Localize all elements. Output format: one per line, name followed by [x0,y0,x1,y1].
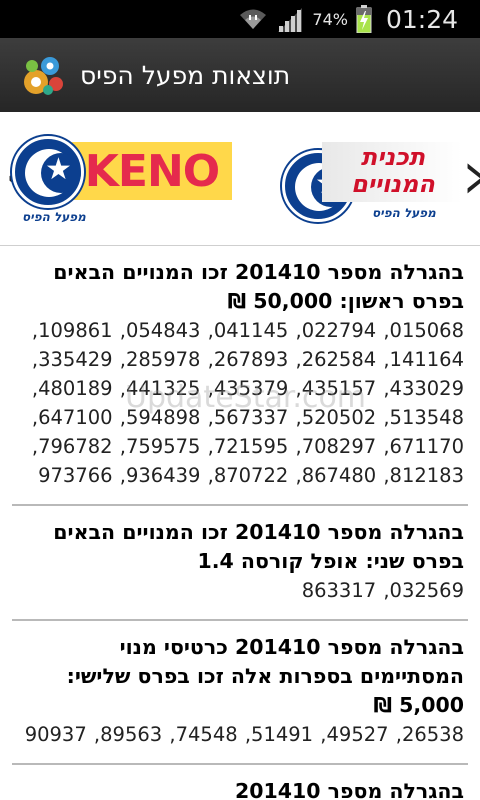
mifal-hapais-emblem-icon: ★ [12,136,84,208]
lottery-balls-icon[interactable] [20,52,66,98]
result-first-prize[interactable]: בהגרלה מספר 201410 זכו המנויים הבאים בפר… [12,246,468,506]
keno-label: KENO [84,145,220,197]
status-time: 01:24 [385,4,458,34]
result-numbers: 015068, 022794, 041145, 054843, 109861, … [31,319,464,487]
menuim-caption: מפעל הפיס [372,206,436,220]
result-title: בהגרלה מספר 201410 זכו המנויים הבאים בפר… [53,520,464,573]
result-title: בהגרלה מספר 201410 כרטיסי מנוי המסתיימים… [66,635,464,717]
keno-logo[interactable]: KENO ★ מפעל הפיס [2,136,232,224]
battery-charging-icon [356,5,372,33]
result-title: בהגרלה מספר 201410 [234,779,464,800]
battery-percent: 74% [312,9,348,29]
keno-box: KENO [72,142,232,200]
action-bar: תוצאות מפעל הפיס [0,38,480,112]
wifi-icon [238,7,268,31]
menuim-label: תכנית המנויים [351,143,435,198]
arrow-right-icon[interactable]: > [465,150,480,206]
status-bar: 74% 01:24 [0,0,480,38]
menuim-box: תכנית המנויים [322,142,462,202]
result-numbers: 26538, 49527, 51491, 74548, 89563, 90937 [24,723,464,746]
app-title: תוצאות מפעל הפיס [80,60,291,90]
menuim-logo[interactable]: ★ תכנית המנויים מפעל הפיס [282,136,462,226]
result-next-prize[interactable]: בהגרלה מספר 201410 [12,765,468,800]
result-third-prize[interactable]: בהגרלה מספר 201410 כרטיסי מנוי המסתיימים… [12,621,468,765]
banner: < KENO ★ מפעל הפיס ★ תכנית המנויים מפעל … [0,112,480,246]
keno-caption: מפעל הפיס [22,210,86,224]
result-title: בהגרלה מספר 201410 זכו המנויים הבאים בפר… [53,260,464,313]
results-list[interactable]: בהגרלה מספר 201410 זכו המנויים הבאים בפר… [0,246,480,800]
result-numbers: 032569, 863317 [301,579,464,602]
result-second-prize[interactable]: בהגרלה מספר 201410 זכו המנויים הבאים בפר… [12,506,468,621]
signal-icon [276,6,304,32]
